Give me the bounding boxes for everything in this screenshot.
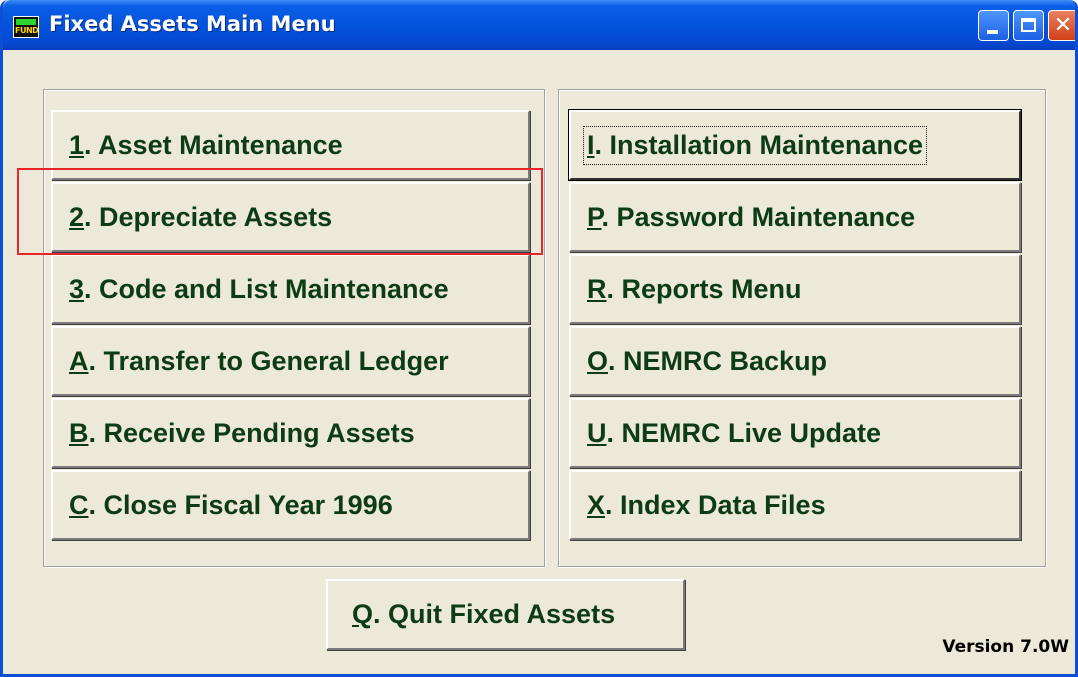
maximize-button[interactable]	[1013, 10, 1044, 41]
app-window: FUND Fixed Assets Main Menu ✕ 1. Asset M…	[0, 0, 1078, 677]
minimize-icon	[987, 30, 998, 34]
quit-fixed-assets-button[interactable]: Q. Quit Fixed Assets	[326, 579, 685, 650]
nemrc-live-update-button[interactable]: U. NEMRC Live Update	[569, 398, 1021, 468]
close-icon: ✕	[1053, 13, 1073, 38]
close-fiscal-year-button[interactable]: C. Close Fiscal Year 1996	[51, 470, 530, 540]
transfer-general-ledger-button[interactable]: A. Transfer to General Ledger	[51, 326, 530, 396]
installation-maintenance-button[interactable]: I. Installation Maintenance	[568, 109, 1022, 181]
fund-app-icon[interactable]: FUND	[13, 16, 39, 38]
reports-menu-button[interactable]: R. Reports Menu	[569, 254, 1021, 324]
password-maintenance-button[interactable]: P. Password Maintenance	[569, 182, 1021, 252]
title-bar[interactable]: FUND Fixed Assets Main Menu ✕	[3, 0, 1075, 50]
asset-maintenance-button[interactable]: 1. Asset Maintenance	[51, 110, 530, 180]
maximize-icon	[1021, 18, 1036, 32]
version-label: Version 7.0W	[942, 637, 1069, 657]
index-data-files-button[interactable]: X. Index Data Files	[569, 470, 1021, 540]
receive-pending-assets-button[interactable]: B. Receive Pending Assets	[51, 398, 530, 468]
depreciate-assets-button[interactable]: 2. Depreciate Assets	[51, 182, 530, 252]
code-list-maintenance-button[interactable]: 3. Code and List Maintenance	[51, 254, 530, 324]
app-icon-text: FUND	[15, 26, 39, 35]
nemrc-backup-button[interactable]: O. NEMRC Backup	[569, 326, 1021, 396]
close-button[interactable]: ✕	[1048, 10, 1075, 41]
minimize-button[interactable]	[978, 10, 1009, 41]
window-title: Fixed Assets Main Menu	[49, 12, 336, 36]
